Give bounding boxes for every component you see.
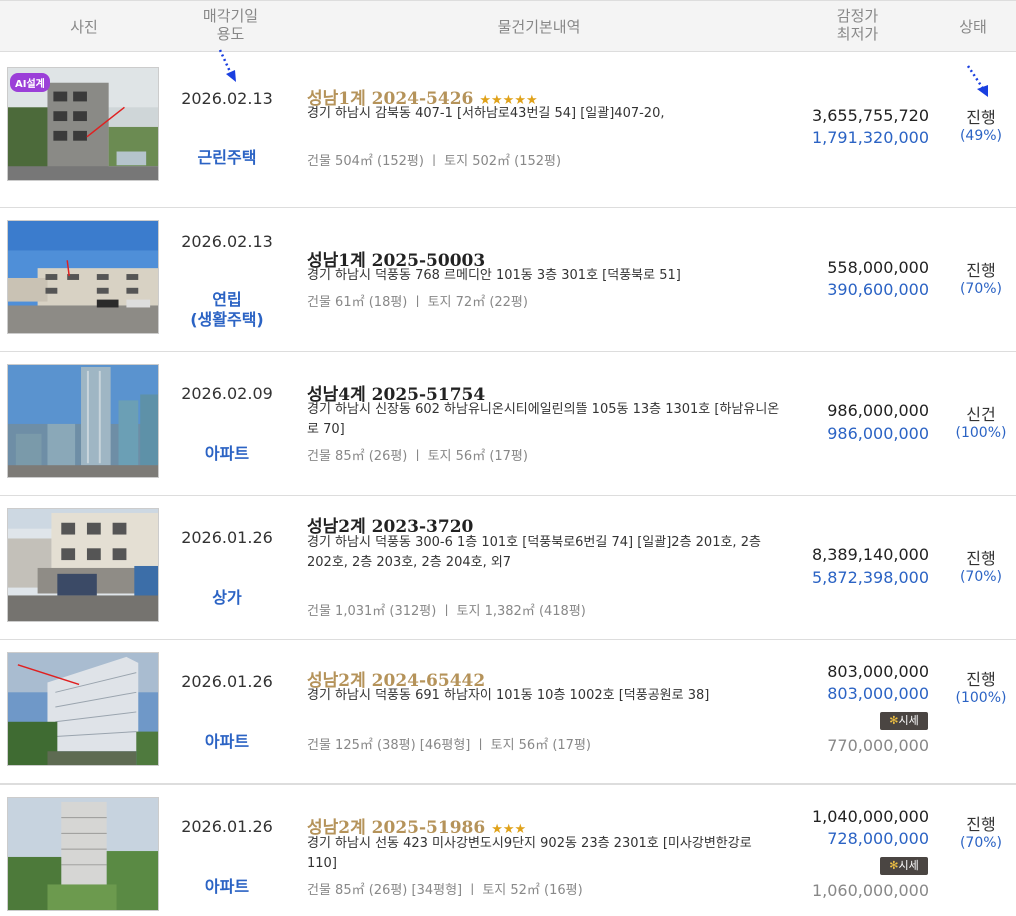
property-photo[interactable]: [7, 220, 159, 334]
auction-status: 진행: [966, 261, 996, 280]
price-percent: (70%): [959, 569, 1003, 585]
sale-date: 2026.01.26: [181, 528, 273, 547]
market-price-badge-label: 시세: [898, 859, 919, 872]
header-photo: 사진: [70, 18, 98, 36]
property-area: 건물 85㎡ (26평) ㅣ 토지 56㎡ (17평): [307, 449, 528, 464]
listing-row[interactable]: 2026.02.09 아파트 성남4계 2025-51754 경기 하남시 신장…: [0, 352, 1016, 496]
appraisal-price: 3,655,755,720: [811, 106, 929, 125]
appraisal-price: 8,389,140,000: [811, 545, 929, 564]
property-usage: 아파트: [204, 444, 250, 463]
market-price-badge[interactable]: ✻시세: [880, 857, 928, 875]
minimum-price: 390,600,000: [827, 280, 929, 299]
price-percent: (100%): [955, 690, 1007, 706]
property-usage: 아파트: [204, 877, 250, 896]
minimum-price: 986,000,000: [827, 424, 929, 443]
minimum-price: 728,000,000: [827, 829, 929, 848]
sale-date: 2026.01.26: [181, 817, 273, 836]
market-price-badge-label: 시세: [898, 714, 919, 727]
price-percent: (70%): [959, 281, 1003, 297]
appraisal-price: 803,000,000: [827, 662, 929, 681]
auction-status: 진행: [966, 815, 996, 834]
header-price: 감정가 최저가: [785, 7, 930, 43]
sale-date: 2026.02.13: [181, 89, 273, 108]
property-usage: 상가: [212, 588, 242, 607]
listing-row[interactable]: AI설계 2026.02.13 근린주택 성남1계 2024-5426 ★★★★★…: [0, 52, 1016, 208]
appraisal-price: 986,000,000: [827, 401, 929, 420]
property-address: 경기 하남시 감북동 407-1 [서하남로43번길 54] [일괄]407-2…: [307, 106, 665, 121]
auction-status: 진행: [966, 549, 996, 568]
header-date-usage: 매각기일 용도: [168, 7, 293, 43]
property-usage-line1: 연립: [212, 290, 242, 309]
property-usage: 근린주택: [197, 148, 257, 167]
sale-date: 2026.02.13: [181, 232, 273, 251]
header-min-price: 최저가: [836, 25, 879, 43]
property-area: 건물 1,031㎡ (312평) ㅣ 토지 1,382㎡ (418평): [307, 604, 586, 619]
property-area: 건물 504㎡ (152평) ㅣ 토지 502㎡ (152평): [307, 154, 562, 169]
property-area: 건물 61㎡ (18평) ㅣ 토지 72㎡ (22평): [307, 295, 528, 310]
property-usage: 아파트: [204, 732, 250, 751]
sale-date: 2026.02.09: [181, 384, 273, 403]
appraisal-price: 1,040,000,000: [811, 807, 929, 826]
property-photo[interactable]: [7, 652, 159, 766]
market-price-badge[interactable]: ✻시세: [880, 712, 928, 730]
property-address: 경기 하남시 덕풍동 768 르메디안 101동 3층 301호 [덕풍북로 5…: [307, 268, 681, 283]
minimum-price: 803,000,000: [827, 684, 929, 703]
market-price: 770,000,000: [827, 736, 929, 755]
dotted-arrow-icon: [966, 65, 988, 97]
property-photo[interactable]: [7, 508, 159, 622]
appraisal-price: 558,000,000: [827, 258, 929, 277]
property-usage: 연립 (생활주택): [168, 290, 286, 330]
listing-row[interactable]: 2026.01.26 상가 성남2계 2023-3720 경기 하남시 덕풍동 …: [0, 496, 1016, 640]
header-usage: 용도: [216, 25, 245, 43]
property-photo[interactable]: AI설계: [7, 67, 159, 181]
listing-row[interactable]: 2026.01.26 아파트 성남2계 2025-51986 ★★★ 경기 하남시…: [0, 784, 1016, 916]
table-header: 사진 매각기일 용도 물건기본내역 감정가 최저가 상태: [0, 0, 1016, 52]
header-basic-info: 물건기본내역: [497, 18, 581, 36]
header-date: 매각기일: [202, 7, 259, 25]
property-address: 경기 하남시 신장동 602 하남유니온시티에일린의뜰 105동 13층 130…: [307, 402, 780, 437]
auction-status: 진행: [966, 670, 996, 689]
property-area: 건물 125㎡ (38평) [46평형] ㅣ 토지 56㎡ (17평): [307, 738, 591, 753]
auction-status: 신건: [966, 405, 996, 424]
sale-date: 2026.01.26: [181, 672, 273, 691]
property-area: 건물 85㎡ (26평) [34평형] ㅣ 토지 52㎡ (16평): [307, 883, 583, 898]
property-photo[interactable]: [7, 364, 159, 478]
price-percent: (100%): [955, 425, 1007, 441]
property-address: 경기 하남시 선동 423 미사강변도시9단지 902동 23층 2301호 […: [307, 836, 752, 871]
property-address: 경기 하남시 덕풍동 691 하남자이 101동 10층 1002호 [덕풍공원…: [307, 688, 710, 703]
property-photo[interactable]: [7, 797, 159, 911]
header-appraisal: 감정가: [836, 7, 879, 25]
minimum-price: 1,791,320,000: [811, 128, 929, 147]
price-percent: (70%): [959, 835, 1003, 851]
property-address: 경기 하남시 덕풍동 300-6 1층 101호 [덕풍북로6번길 74] [일…: [307, 535, 761, 570]
auction-status: 진행: [966, 108, 996, 127]
header-status: 상태: [959, 18, 987, 36]
market-price: 1,060,000,000: [811, 881, 929, 900]
listing-row[interactable]: 2026.01.26 아파트 성남2계 2024-65442 경기 하남시 덕풍…: [0, 640, 1016, 784]
price-percent: (49%): [959, 128, 1003, 144]
minimum-price: 5,872,398,000: [811, 568, 929, 587]
ai-design-badge: AI설계: [10, 73, 50, 92]
property-usage-line2: (생활주택): [190, 310, 264, 329]
listing-row[interactable]: 2026.02.13 연립 (생활주택) 성남1계 2025-50003 경기 …: [0, 208, 1016, 352]
